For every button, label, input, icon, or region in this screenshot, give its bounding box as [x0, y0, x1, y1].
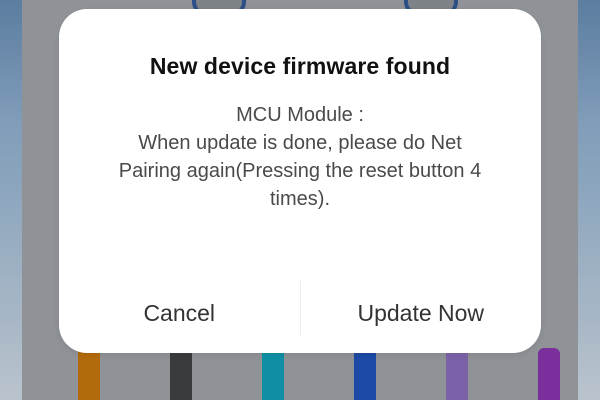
dialog-title: New device firmware found	[149, 53, 451, 79]
color-bar-teal	[262, 348, 284, 400]
dialog-message: MCU Module : When update is done, please…	[89, 101, 511, 213]
color-bar-blue	[354, 348, 376, 400]
dialog-message-line: times).	[270, 188, 330, 210]
dialog-actions: Cancel Update Now	[59, 273, 541, 353]
cancel-button[interactable]: Cancel	[59, 273, 300, 353]
firmware-update-dialog: New device firmware found MCU Module : W…	[59, 9, 541, 353]
color-bar-gray	[170, 348, 192, 400]
dialog-message-line: When update is done, please do Net	[138, 132, 462, 154]
update-now-button[interactable]: Update Now	[301, 273, 542, 353]
screen: New device firmware found MCU Module : W…	[0, 0, 600, 400]
dialog-message-line: MCU Module :	[236, 104, 364, 126]
color-bar-violet	[538, 348, 560, 400]
dialog-message-line: Pairing again(Pressing the reset button …	[118, 160, 482, 182]
color-bar-purple	[446, 348, 468, 400]
